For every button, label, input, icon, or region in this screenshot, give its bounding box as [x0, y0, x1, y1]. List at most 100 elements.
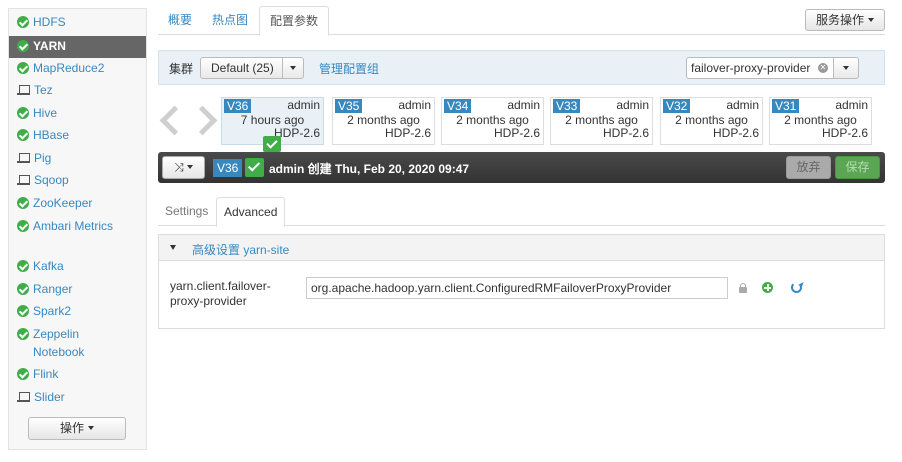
caret-down-icon: [868, 18, 874, 22]
config-search-input[interactable]: failover-proxy-provider ✕: [686, 57, 834, 79]
compare-versions-button[interactable]: ⤨: [162, 156, 205, 179]
version-time: 2 months ago: [675, 113, 748, 127]
sidebar-item-hive[interactable]: Hive: [9, 103, 146, 125]
version-time: 2 months ago: [347, 113, 420, 127]
service-actions-button[interactable]: 服务操作: [805, 9, 885, 31]
sidebar-item-zeppelin-notebook[interactable]: Zeppelin Notebook: [9, 325, 146, 361]
version-label: V34: [444, 99, 472, 113]
config-group-value: Default (25): [211, 61, 274, 75]
cluster-label: 集群: [169, 62, 194, 76]
sidebar-item-label: ZooKeeper: [33, 196, 93, 210]
config-section-title: 高级设置 yarn-site: [192, 243, 290, 257]
check-circle-icon: [17, 368, 29, 380]
sidebar-item-spark2[interactable]: Spark2: [9, 301, 146, 323]
sidebar-item-sqoop[interactable]: Sqoop: [9, 170, 146, 192]
version-label: V36: [224, 99, 252, 113]
config-group-dropdown[interactable]: Default (25): [200, 57, 304, 79]
refresh-icon[interactable]: [791, 282, 802, 293]
caret-down-icon: [88, 426, 94, 430]
sidebar-item-label: Sqoop: [34, 173, 69, 187]
lock-icon[interactable]: [739, 283, 747, 293]
discard-button[interactable]: 放弃: [786, 156, 831, 179]
config-section-panel: 高级设置 yarn-site yarn.client.failover-prox…: [158, 234, 885, 329]
sidebar-item-label: Zeppelin Notebook: [33, 327, 85, 359]
manage-config-groups-link[interactable]: 管理配置组: [319, 60, 379, 77]
actions-button-label: 操作: [59, 421, 84, 435]
prev-versions-arrow-icon[interactable]: [158, 104, 180, 134]
sidebar-item-label: Ambari Metrics: [33, 219, 114, 233]
laptop-icon: [17, 392, 30, 402]
clear-search-icon[interactable]: ✕: [818, 63, 828, 73]
property-value-input[interactable]: [306, 277, 728, 299]
sidebar-item-slider[interactable]: Slider: [9, 387, 146, 409]
sidebar-item-mapreduce2[interactable]: MapReduce2: [9, 58, 146, 80]
version-label: V31: [772, 99, 800, 113]
version-box-v32[interactable]: V32 admin 2 months ago HDP-2.6: [660, 97, 763, 145]
laptop-icon: [17, 175, 30, 185]
version-stack: HDP-2.6: [384, 126, 431, 140]
sidebar-item-label: HBase: [33, 128, 70, 142]
version-stack: HDP-2.6: [602, 126, 649, 140]
version-box-v34[interactable]: V34 admin 2 months ago HDP-2.6: [441, 97, 544, 145]
check-circle-icon: [17, 107, 29, 119]
version-time: 2 months ago: [565, 113, 638, 127]
tab-summary[interactable]: 概要: [158, 6, 202, 35]
config-section-header[interactable]: 高级设置 yarn-site: [159, 235, 884, 261]
actions-button[interactable]: 操作: [28, 417, 126, 440]
check-circle-icon: [17, 220, 29, 232]
sidebar-item-label: Flink: [33, 367, 59, 381]
check-circle-icon: [17, 16, 29, 28]
caret-down-icon: [186, 165, 193, 169]
check-circle-icon: [17, 129, 29, 141]
add-override-icon[interactable]: [762, 282, 773, 293]
version-box-v31[interactable]: V31 admin 2 months ago HDP-2.6: [769, 97, 872, 145]
laptop-icon: [17, 85, 30, 95]
sidebar-item-zookeeper[interactable]: ZooKeeper: [9, 193, 146, 215]
version-info-text: admin 创建 Thu, Feb 20, 2020 09:47: [269, 162, 470, 176]
sidebar-item-label: Pig: [34, 151, 52, 165]
sidebar-item-yarn[interactable]: YARN: [9, 36, 146, 58]
tab-configs[interactable]: 配置参数: [259, 6, 330, 36]
sidebar-item-label: Slider: [34, 390, 65, 404]
search-filter-dropdown[interactable]: [833, 57, 859, 79]
save-button[interactable]: 保存: [835, 156, 880, 179]
sidebar-item-ambari-metrics[interactable]: Ambari Metrics: [9, 217, 146, 253]
tab-heatmaps[interactable]: 热点图: [202, 6, 258, 35]
version-time: 7 hours ago: [240, 113, 305, 127]
sidebar-item-label: Hive: [33, 106, 58, 120]
sidebar-item-kafka[interactable]: Kafka: [9, 256, 146, 278]
sidebar-item-flink[interactable]: Flink: [9, 364, 146, 386]
current-version-check-icon: [263, 136, 281, 152]
current-check-icon: [245, 158, 264, 177]
version-label: V35: [335, 99, 363, 113]
sidebar-item-ranger[interactable]: Ranger: [9, 279, 146, 301]
version-time: 2 months ago: [784, 113, 857, 127]
version-label: V32: [663, 99, 691, 113]
check-circle-icon: [17, 40, 29, 52]
sidebar-item-hbase[interactable]: HBase: [9, 125, 146, 147]
check-circle-icon: [17, 197, 29, 209]
check-circle-icon: [17, 305, 29, 317]
sidebar-item-hdfs[interactable]: HDFS: [9, 12, 146, 34]
version-user: admin: [726, 98, 759, 112]
service-actions-label: 服务操作: [815, 13, 864, 27]
caret-down-icon: [290, 66, 296, 70]
dropdown-toggle[interactable]: [282, 58, 303, 78]
sidebar-item-pig[interactable]: Pig: [9, 148, 146, 170]
tab-advanced[interactable]: Advanced: [216, 197, 286, 227]
version-stack: HDP-2.6: [821, 126, 868, 140]
next-versions-arrow-icon[interactable]: [192, 104, 214, 134]
property-name: yarn.client.failover-proxy-provider: [170, 279, 271, 308]
sidebar-item-label: Tez: [34, 83, 53, 97]
version-box-v33[interactable]: V33 admin 2 months ago HDP-2.6: [550, 97, 653, 145]
sidebar-item-tez[interactable]: Tez: [9, 80, 146, 102]
check-circle-icon: [17, 328, 29, 340]
service-tabs: 概要 热点图 配置参数: [158, 6, 885, 36]
config-view-tabs: Settings Advanced: [158, 197, 885, 227]
sidebar-item-label: Spark2: [33, 304, 72, 318]
check-circle-icon: [17, 260, 29, 272]
tab-settings[interactable]: Settings: [158, 197, 215, 226]
version-stack: HDP-2.6: [493, 126, 540, 140]
version-box-v35[interactable]: V35 admin 2 months ago HDP-2.6: [332, 97, 435, 145]
version-time: 2 months ago: [456, 113, 529, 127]
